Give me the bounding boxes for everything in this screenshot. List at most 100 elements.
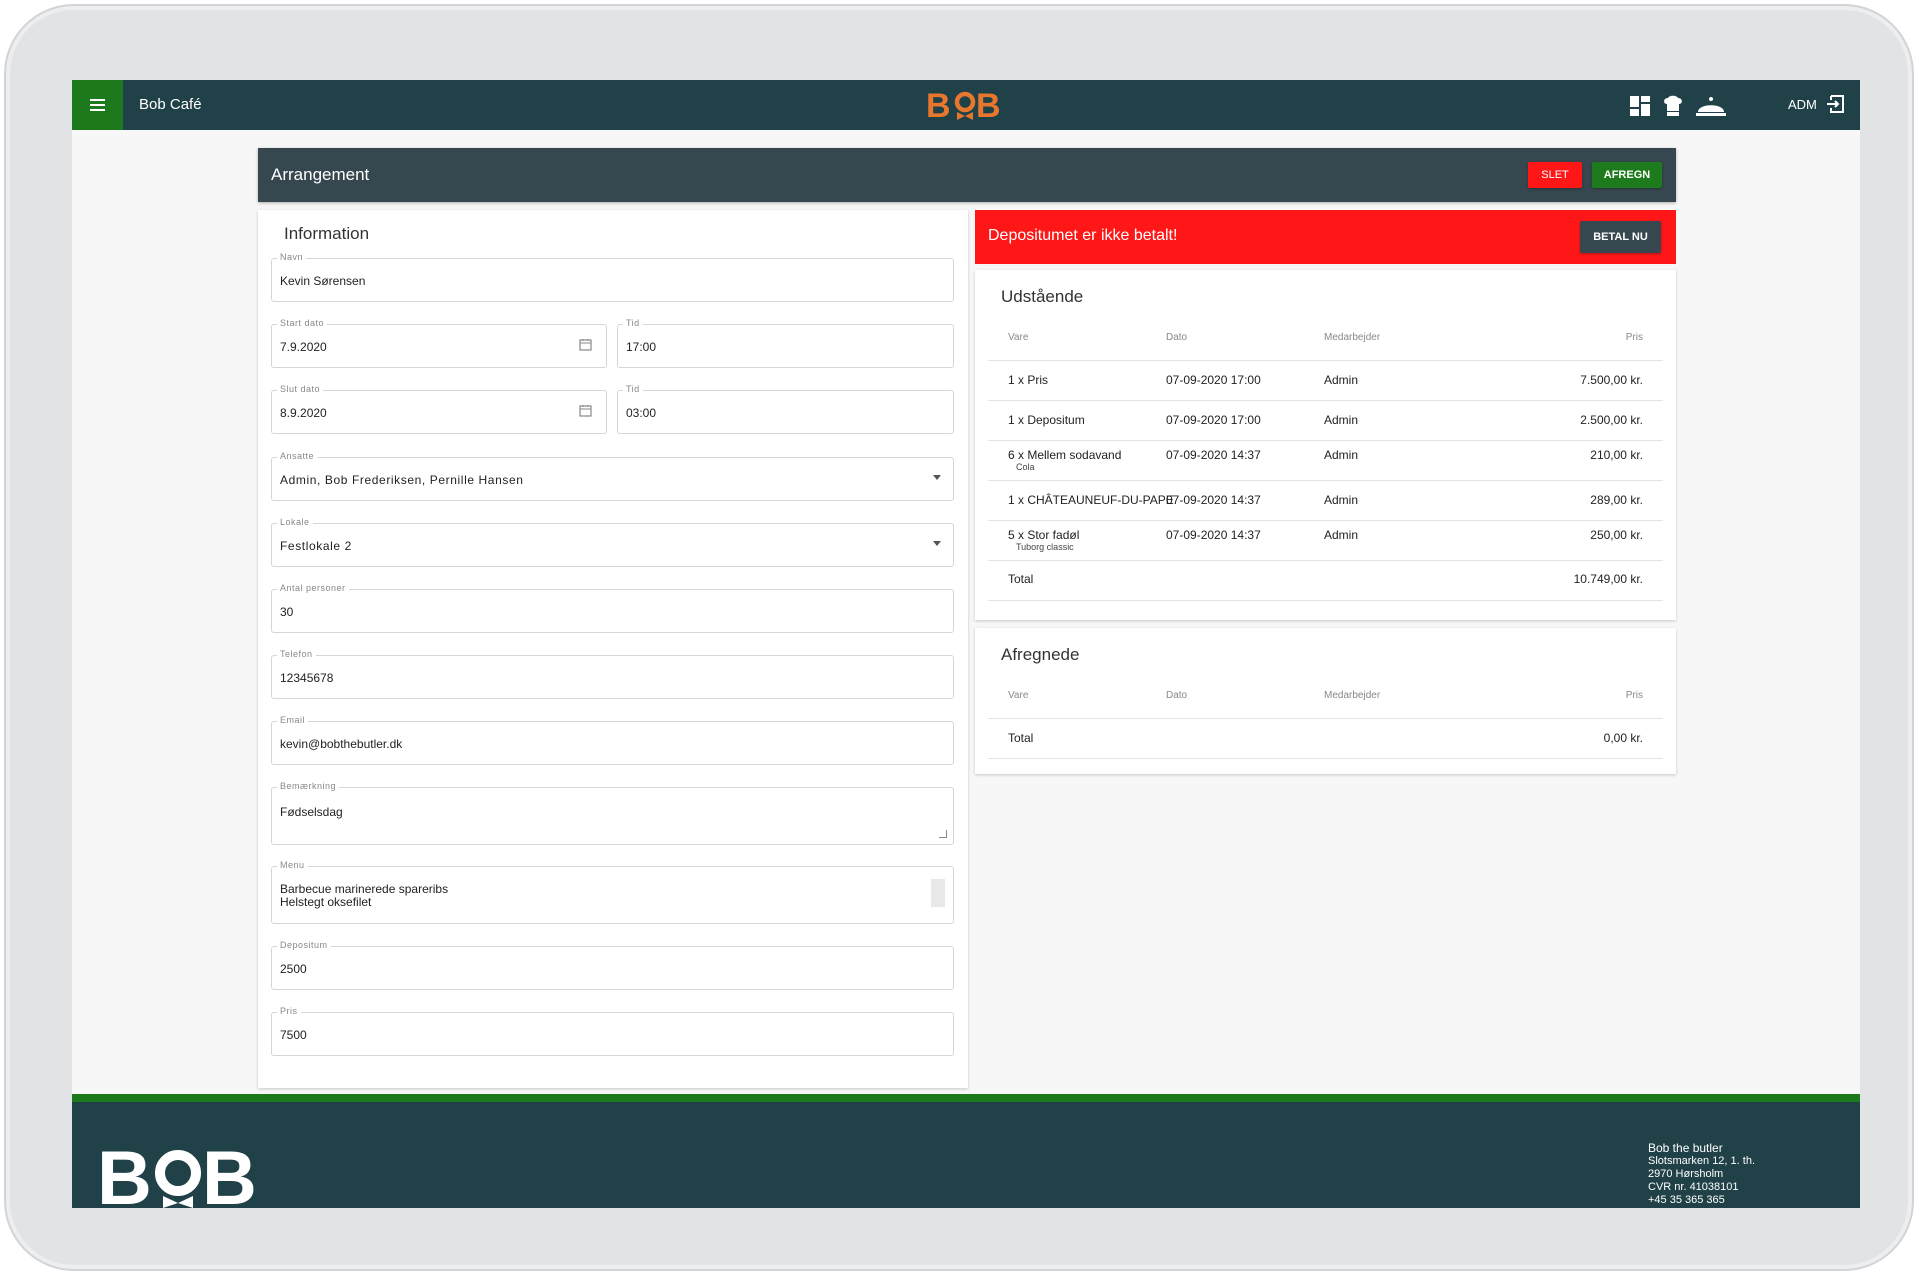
name-value: Kevin Sørensen [280,274,366,288]
start-date-field[interactable]: Start dato 7.9.2020 [271,318,607,368]
header-price: Pris [1625,690,1643,701]
company-name: Bob the butler [1648,1141,1723,1155]
table-row[interactable]: 1 x Depositum 07-09-2020 17:00 Admin 2.500,… [988,400,1663,441]
price-label: Pris [277,1006,301,1016]
employees-value: Admin, Bob Frederiksen, Pernille Hansen [280,473,524,487]
cell-date: 07-09-2020 14:37 [1166,448,1261,462]
table-header: Vare Dato Medarbejder Pris [988,320,1663,361]
menu-label: Menu [277,860,308,870]
tablet-frame: Bob Café B B ADM Arrangement SLET AFREGN… [4,4,1914,1271]
page-title: Arrangement [271,165,370,184]
cell-item: 1 x CHÂTEAUNEUF-DU-PAPE [1008,493,1174,507]
svg-text:B: B [202,1142,257,1208]
end-date-field[interactable]: Slut dato 8.9.2020 [271,384,607,434]
menu-textarea[interactable]: Menu Barbecue marinerede spareribs Helst… [271,860,954,924]
table-row[interactable]: 1 x CHÂTEAUNEUF-DU-PAPE 07-09-2020 14:37 A… [988,480,1663,521]
end-time-value: 03:00 [626,406,657,420]
total-label: Total [1008,572,1034,586]
pay-now-button[interactable]: BETAL NU [1580,221,1661,253]
cell-employee: Admin [1324,493,1359,507]
table-row[interactable]: 1 x Pris 07-09-2020 17:00 Admin 7.500,00 kr… [988,360,1663,401]
start-date-label: Start dato [277,318,328,328]
settled-title: Afregnede [1001,645,1080,664]
svg-text:B: B [976,87,1001,124]
dashboard-icon[interactable] [1629,95,1651,122]
email-value: kevin@bobthebutler.dk [280,737,403,751]
table-row[interactable]: 5 x Stor fadøl 07-09-2020 14:37 Admin 250,0… [988,520,1663,561]
total-row: Total 10.749,00 kr. [988,560,1663,601]
deposit-alert: Depositumet er ikke betalt! BETAL NU [975,210,1676,264]
menu-button[interactable] [72,80,123,130]
cvr-line: CVR nr. 41038101 [1648,1181,1739,1193]
chef-hat-icon[interactable] [1661,94,1685,123]
resize-handle[interactable] [939,830,947,838]
total-value: 10.749,00 kr. [1573,572,1643,586]
end-time-label: Tid [623,384,643,394]
venue-select[interactable]: Lokale Festlokale 2 [271,517,954,567]
chevron-down-icon[interactable] [933,475,941,480]
table-header: Vare Dato Medarbejder Pris [988,678,1663,719]
calendar-icon[interactable] [579,404,592,422]
cell-price: 210,00 kr. [1590,448,1643,462]
top-nav-icons [1629,94,1727,123]
svg-text:B: B [97,1142,152,1208]
header-price: Pris [1625,332,1643,343]
start-date-value: 7.9.2020 [280,340,327,354]
header-date: Dato [1166,332,1188,343]
header-date: Dato [1166,690,1188,701]
cell-employee: Admin [1324,413,1359,427]
delete-button[interactable]: SLET [1528,162,1582,188]
note-label: Bemærkning [277,781,340,791]
email-field[interactable]: Email kevin@bobthebutler.dk [271,715,954,765]
employees-select[interactable]: Ansatte Admin, Bob Frederiksen, Pernille… [271,451,954,501]
header-item: Vare [1008,332,1029,343]
footer-address: Bob the butler Slotsmarken 12, 1. th. 29… [1648,1142,1755,1207]
outstanding-card: Udstående Vare Dato Medarbejder Pris 1 x… [975,270,1676,620]
note-value: Fødselsdag [280,805,343,819]
note-textarea[interactable]: Bemærkning Fødselsdag [271,781,954,845]
svg-text:B: B [926,87,951,124]
price-value: 7500 [280,1028,307,1042]
footer-logo: B B [97,1136,257,1208]
outstanding-title: Udstående [1001,287,1084,306]
scrollbar[interactable] [931,879,945,907]
header-item: Vare [1008,690,1029,701]
deposit-label: Depositum [277,940,331,950]
cell-price: 289,00 kr. [1590,493,1643,507]
deposit-field[interactable]: Depositum 2500 [271,940,954,990]
app-screen: Bob Café B B ADM Arrangement SLET AFREGN… [72,80,1860,1208]
start-time-value: 17:00 [626,340,657,354]
settled-card: Afregnede Vare Dato Medarbejder Pris Tot… [975,628,1676,774]
email-label: Email [277,715,309,725]
venue-label: Lokale [277,517,313,527]
price-field[interactable]: Pris 7500 [271,1006,954,1056]
page-header: Arrangement SLET AFREGN [258,148,1676,202]
phone-line: +45 35 365 365 [1648,1194,1725,1206]
header-employee: Medarbejder [1324,690,1381,701]
guests-field[interactable]: Antal personer 30 [271,583,954,633]
logout-icon[interactable] [1826,94,1846,119]
cell-date: 07-09-2020 14:37 [1166,528,1261,542]
bob-logo[interactable]: B B [926,86,1004,129]
footer: B B Bob the butler Slotsmarken 12, 1. th… [72,1094,1860,1208]
chevron-down-icon[interactable] [933,541,941,546]
menu-value: Barbecue marinerede spareribs Helstegt o… [280,882,449,909]
cell-date: 07-09-2020 14:37 [1166,493,1261,507]
cell-employee: Admin [1324,448,1359,462]
name-field[interactable]: Navn Kevin Sørensen [271,252,954,302]
serving-dish-icon[interactable] [1695,94,1727,123]
start-time-field[interactable]: Tid 17:00 [617,318,954,368]
postal-line: 2970 Hørsholm [1648,1168,1724,1180]
end-time-field[interactable]: Tid 03:00 [617,384,954,434]
calendar-icon[interactable] [579,338,592,356]
table-row[interactable]: 6 x Mellem sodavand 07-09-2020 14:37 Admin… [988,440,1663,481]
phone-field[interactable]: Telefon 12345678 [271,649,954,699]
settle-button[interactable]: AFREGN [1592,162,1662,188]
cell-item: 1 x Pris [1008,373,1049,387]
start-time-label: Tid [623,318,643,328]
total-value: 0,00 kr. [1603,731,1643,745]
address-line: Slotsmarken 12, 1. th. [1648,1155,1755,1167]
app-title: Bob Café [139,96,202,113]
name-label: Navn [277,252,307,262]
header-employee: Medarbejder [1324,332,1381,343]
